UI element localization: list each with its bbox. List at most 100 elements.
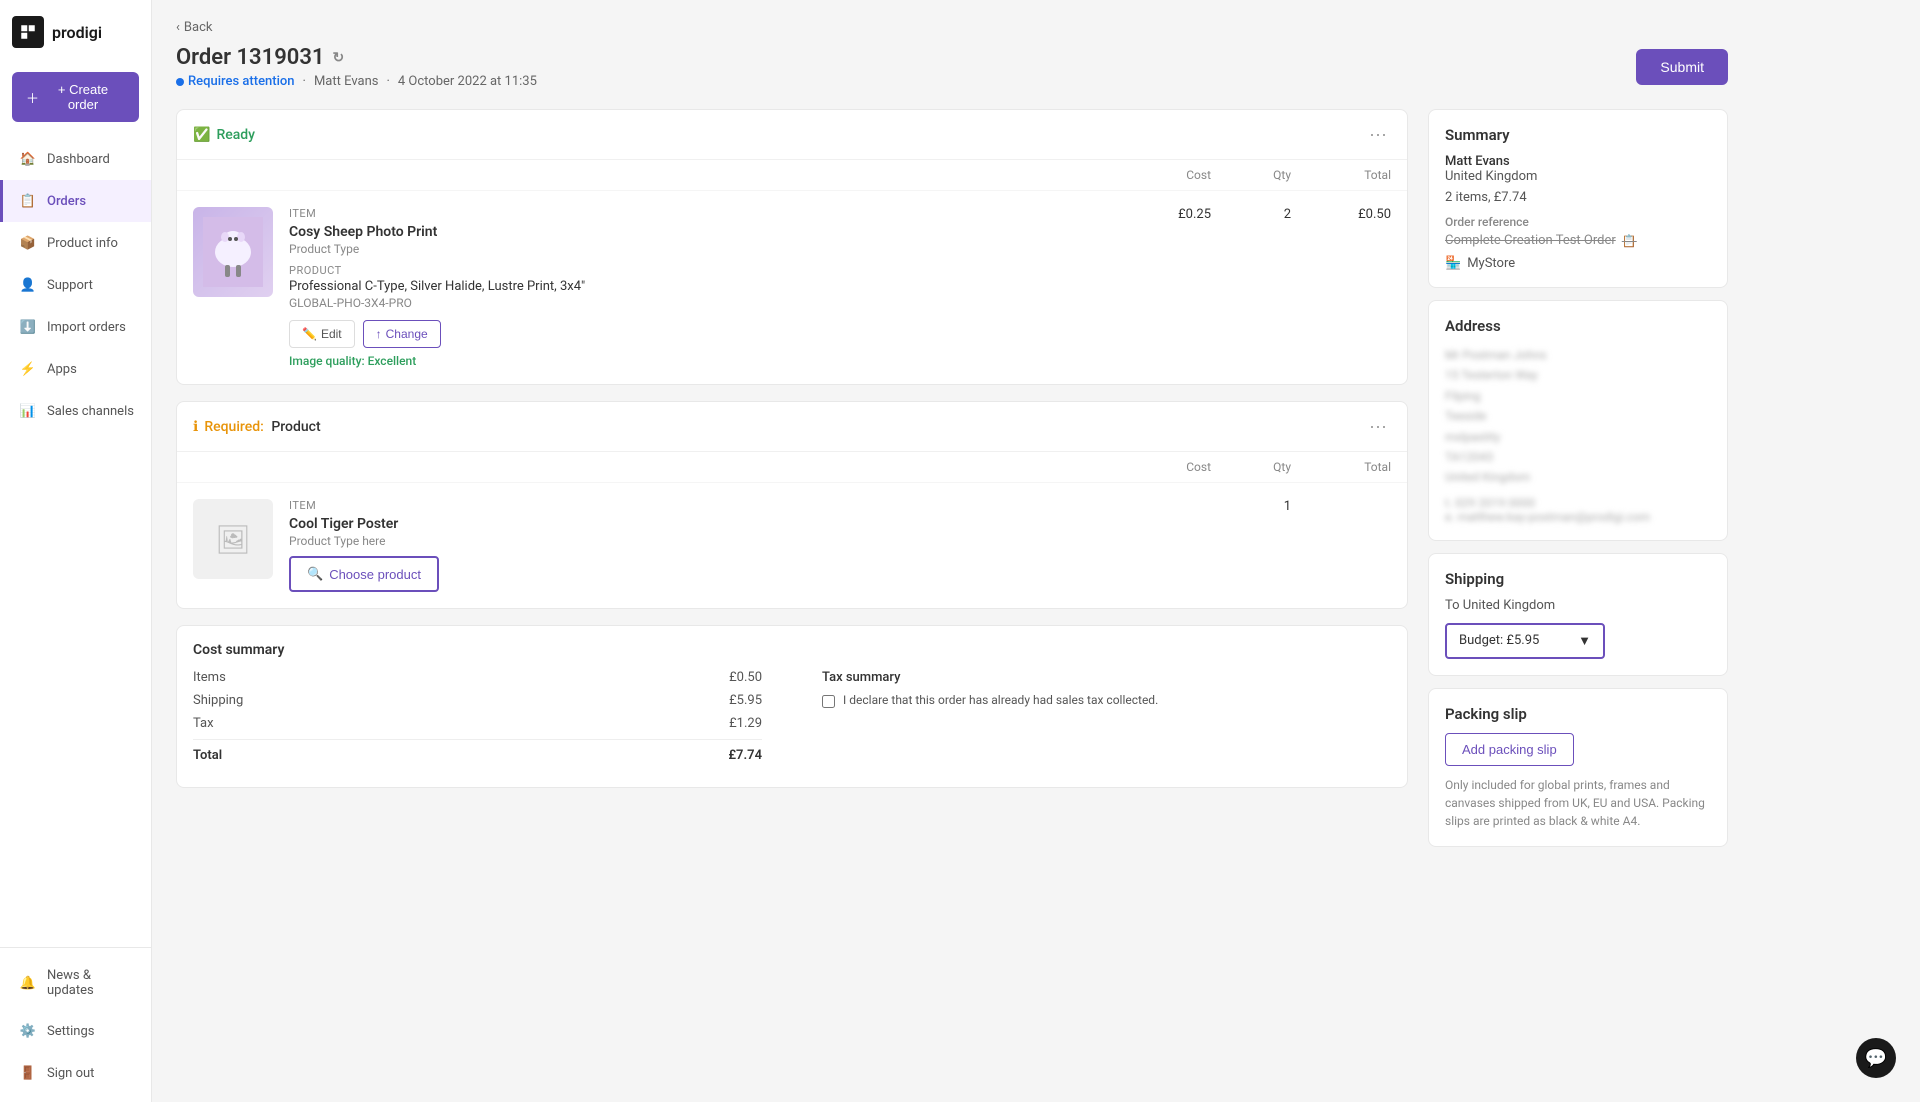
cost-left: Items £0.50 Shipping £5.95 Tax £1.29 xyxy=(193,670,762,771)
col-total-header: Total xyxy=(1331,168,1391,182)
item2-details: ITEM Cool Tiger Poster Product Type here… xyxy=(289,499,1391,592)
chat-button[interactable]: 💬 xyxy=(1856,1038,1896,1078)
tax-value: £1.29 xyxy=(729,716,762,731)
item2-col-qty: Qty xyxy=(1251,460,1291,474)
bell-icon: 🔔 xyxy=(19,974,37,992)
store-name: MyStore xyxy=(1467,256,1515,271)
page-header: ‹ Back Order 1319031 ↻ Requires attentio… xyxy=(176,20,1728,89)
item2-total xyxy=(1331,499,1391,514)
choose-product-label: Choose product xyxy=(329,567,421,582)
logo-area: prodigi xyxy=(0,0,151,64)
item2-more-button[interactable]: ··· xyxy=(1365,416,1391,437)
sidebar-item-dashboard[interactable]: 🏠 Dashboard xyxy=(0,138,151,180)
sidebar-item-sign-out[interactable]: 🚪 Sign out xyxy=(0,1052,151,1094)
sidebar-label-apps: Apps xyxy=(47,362,77,377)
order-title: Order 1319031 ↻ xyxy=(176,45,537,70)
sidebar-item-orders[interactable]: 📋 Orders xyxy=(0,180,151,222)
create-order-button[interactable]: ＋ + Create order xyxy=(12,72,139,122)
sidebar-item-news-updates[interactable]: 🔔 News & updates xyxy=(0,956,151,1010)
item1-status: ✅ Ready xyxy=(193,127,255,143)
sidebar-item-import-orders[interactable]: ⬇️ Import orders xyxy=(0,306,151,348)
author-name: Matt Evans xyxy=(314,74,379,89)
address-title: Address xyxy=(1445,317,1711,335)
back-link[interactable]: ‹ Back xyxy=(176,20,1728,35)
item1-details-row: ITEM Cosy Sheep Photo Print Product Type… xyxy=(289,207,1391,368)
sidebar-label-sales: Sales channels xyxy=(47,404,134,419)
shipping-value: £5.95 xyxy=(729,693,762,708)
sidebar-label-dashboard: Dashboard xyxy=(47,152,110,167)
sidebar-item-apps[interactable]: ⚡ Apps xyxy=(0,348,151,390)
right-column: Summary Matt Evans United Kingdom 2 item… xyxy=(1428,109,1728,859)
support-icon: 👤 xyxy=(19,276,37,294)
orders-icon: 📋 xyxy=(19,192,37,210)
copy-icon[interactable]: 📋 xyxy=(1622,234,1637,248)
item2-col-headers: Cost Qty Total xyxy=(177,452,1407,483)
item1-product-label: PRODUCT xyxy=(289,264,585,277)
item1-more-button[interactable]: ··· xyxy=(1365,124,1391,145)
item1-col-headers: Cost Qty Total xyxy=(177,160,1407,191)
shipping-row: Shipping £5.95 xyxy=(193,693,762,708)
sheep-image xyxy=(203,217,263,287)
address-contact: t. 029 2019 0000 e. matthew.kay-postman@… xyxy=(1445,496,1711,524)
item2-image: 🖼 xyxy=(193,499,273,579)
item1-row: ITEM Cosy Sheep Photo Print Product Type… xyxy=(177,191,1407,384)
item2-status-label: Required: Product xyxy=(204,419,320,435)
item1-total: £0.50 xyxy=(1331,207,1391,222)
content-layout: ✅ Ready ··· Cost Qty Total xyxy=(176,109,1728,859)
add-packing-slip-button[interactable]: Add packing slip xyxy=(1445,733,1574,766)
total-row: Total £7.74 xyxy=(193,739,762,763)
summary-items: 2 items, £7.74 xyxy=(1445,190,1711,205)
order-title-group: Order 1319031 ↻ Requires attention · Mat… xyxy=(176,45,537,89)
choose-product-button[interactable]: 🔍 Choose product xyxy=(289,556,439,592)
tax-label: Tax xyxy=(193,716,214,731)
back-label: Back xyxy=(184,20,213,35)
sidebar-item-support[interactable]: 👤 Support xyxy=(0,264,151,306)
submit-button[interactable]: Submit xyxy=(1636,49,1728,85)
chevron-down-icon: ▼ xyxy=(1578,633,1591,649)
shipping-label: Shipping xyxy=(193,693,243,708)
edit-label: Edit xyxy=(321,327,342,341)
sidebar-item-product-info[interactable]: 📦 Product info xyxy=(0,222,151,264)
tax-checkbox-label: I declare that this order has already ha… xyxy=(843,693,1158,707)
col-qty-header: Qty xyxy=(1251,168,1291,182)
sidebar: prodigi ＋ + Create order 🏠 Dashboard 📋 O… xyxy=(0,0,152,1102)
change-icon: ↑ xyxy=(376,327,382,341)
shipping-budget-label: Budget: £5.95 xyxy=(1459,633,1539,648)
item1-change-button[interactable]: ↑ Change xyxy=(363,320,441,348)
item2-item-label: ITEM xyxy=(289,499,439,512)
packing-slip-note: Only included for global prints, frames … xyxy=(1445,776,1711,830)
sidebar-item-settings[interactable]: ⚙️ Settings xyxy=(0,1010,151,1052)
items-row: Items £0.50 xyxy=(193,670,762,685)
item1-actions: ✏️ Edit ↑ Change xyxy=(289,320,585,348)
item1-values: £0.25 2 £0.50 xyxy=(1151,207,1391,222)
items-value: £0.50 xyxy=(729,670,762,685)
cost-summary: Cost summary Items £0.50 Shipping £5.95 xyxy=(177,626,1407,787)
image-placeholder-icon: 🖼 xyxy=(215,523,251,556)
item1-item-label: ITEM xyxy=(289,207,585,220)
refresh-icon[interactable]: ↻ xyxy=(332,50,344,66)
item1-image xyxy=(193,207,273,297)
item2-col-total: Total xyxy=(1331,460,1391,474)
sidebar-bottom-nav: 🔔 News & updates ⚙️ Settings 🚪 Sign out xyxy=(0,947,151,1102)
import-icon: ⬇️ xyxy=(19,318,37,336)
sidebar-item-sales-channels[interactable]: 📊 Sales channels xyxy=(0,390,151,432)
order-ref-label: Order reference xyxy=(1445,215,1711,229)
item1-info: ITEM Cosy Sheep Photo Print Product Type… xyxy=(289,207,585,368)
requires-attention-label: Requires attention xyxy=(188,74,295,89)
main-content-area: ‹ Back Order 1319031 ↻ Requires attentio… xyxy=(152,0,1920,1102)
order-date: 4 October 2022 at 11:35 xyxy=(398,74,537,89)
tax-checkbox[interactable] xyxy=(822,695,835,708)
item1-product-name: Professional C-Type, Silver Halide, Lust… xyxy=(289,279,585,294)
chevron-left-icon: ‹ xyxy=(176,20,180,35)
item1-edit-button[interactable]: ✏️ Edit xyxy=(289,320,355,348)
item1-status-label: Ready xyxy=(216,127,255,143)
total-label: Total xyxy=(193,748,222,763)
item2-row: 🖼 ITEM Cool Tiger Poster Product Type he… xyxy=(177,483,1407,608)
item2-qty: 1 xyxy=(1251,499,1291,514)
store-icon: 🏪 xyxy=(1445,256,1461,271)
shipping-select[interactable]: Budget: £5.95 ▼ xyxy=(1445,623,1605,659)
sales-icon: 📊 xyxy=(19,402,37,420)
shipping-card: Shipping To United Kingdom Budget: £5.95… xyxy=(1428,553,1728,676)
item1-cost: £0.25 xyxy=(1151,207,1211,222)
shipping-title: Shipping xyxy=(1445,570,1711,588)
